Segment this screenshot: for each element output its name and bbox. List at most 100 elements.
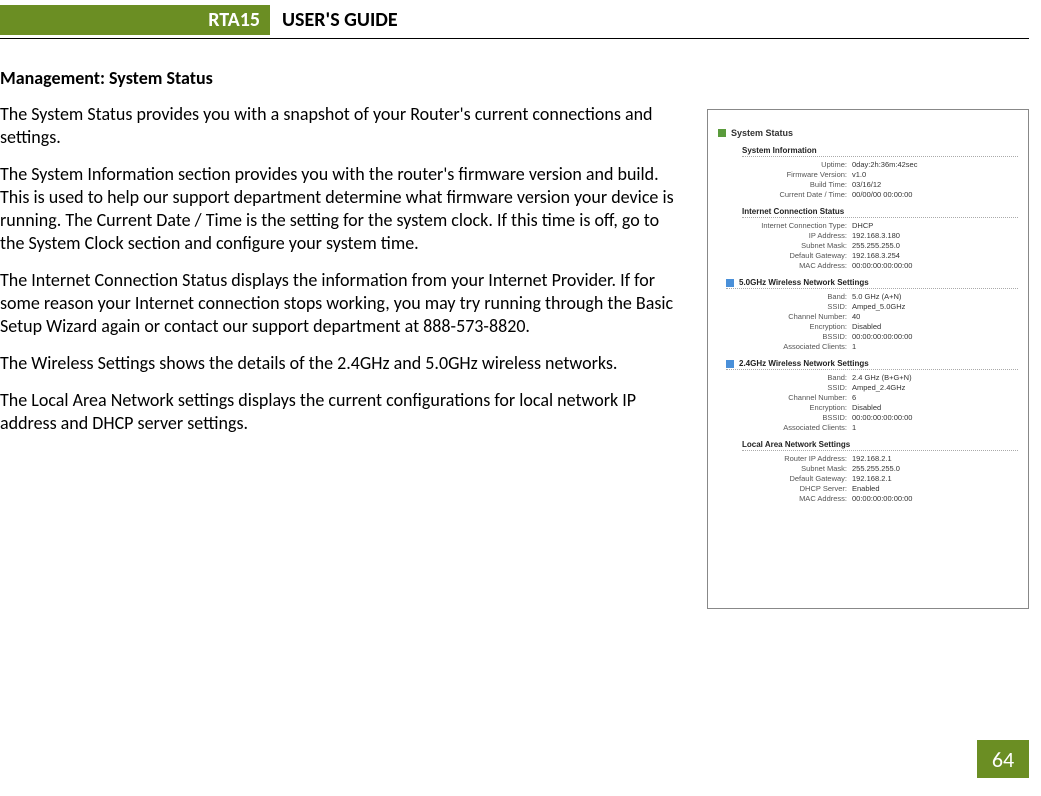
ss-row: Router IP Address:192.168.2.1 bbox=[718, 454, 1018, 463]
ss-value: 1 bbox=[852, 423, 856, 432]
ss-row: Channel Number:40 bbox=[718, 312, 1018, 321]
ss-key: DHCP Server: bbox=[742, 484, 852, 493]
page-number-box: 64 bbox=[977, 740, 1029, 778]
page: RTA15 USER'S GUIDE Management: System St… bbox=[0, 5, 1041, 796]
ss-key: IP Address: bbox=[742, 231, 852, 240]
paragraph: The Wireless Settings shows the details … bbox=[0, 352, 680, 375]
ss-key: Build Time: bbox=[742, 180, 852, 189]
ss-key: Subnet Mask: bbox=[742, 464, 852, 473]
ss-value: 255.255.255.0 bbox=[852, 464, 900, 473]
ss-key: Router IP Address: bbox=[742, 454, 852, 463]
ss-key: Channel Number: bbox=[742, 312, 852, 321]
ss-value: Amped_5.0GHz bbox=[852, 302, 905, 311]
body-text: The System Status provides you with a sn… bbox=[0, 103, 680, 435]
ss-value: 255.255.255.0 bbox=[852, 241, 900, 250]
ss-value: 5.0 GHz (A+N) bbox=[852, 292, 901, 301]
ss-row: Internet Connection Type:DHCP bbox=[718, 221, 1018, 230]
ss-section-label: System Information bbox=[742, 146, 817, 155]
ss-key: BSSID: bbox=[742, 332, 852, 341]
ss-value: 192.168.2.1 bbox=[852, 474, 892, 483]
ss-section-head: System Information bbox=[742, 146, 1018, 157]
ss-value: v1.0 bbox=[852, 170, 866, 179]
ss-value: 00:00:00:00:00:00 bbox=[852, 494, 912, 503]
ss-section-internet-connection: Internet Connection Status Internet Conn… bbox=[718, 207, 1018, 270]
ss-key: Band: bbox=[742, 373, 852, 382]
ss-section-head: 2.4GHz Wireless Network Settings bbox=[726, 359, 1018, 370]
square-icon bbox=[718, 129, 726, 137]
ss-row: Associated Clients:1 bbox=[718, 423, 1018, 432]
page-number: 64 bbox=[992, 746, 1014, 773]
ss-row: Encryption:Disabled bbox=[718, 403, 1018, 412]
ss-value: 00/00/00 00:00:00 bbox=[852, 190, 912, 199]
header-rule bbox=[0, 38, 1029, 39]
ss-section-5ghz-wireless: 5.0GHz Wireless Network Settings Band:5.… bbox=[718, 278, 1018, 351]
ss-value: 00:00:00:00:00:00 bbox=[852, 261, 912, 270]
ss-section-head: 5.0GHz Wireless Network Settings bbox=[726, 278, 1018, 289]
ss-section-label: Local Area Network Settings bbox=[742, 440, 850, 449]
ss-key: Default Gateway: bbox=[742, 251, 852, 260]
ss-row: Firmware Version:v1.0 bbox=[718, 170, 1018, 179]
paragraph: The System Information section provides … bbox=[0, 163, 680, 255]
header-bar: RTA15 USER'S GUIDE bbox=[0, 5, 1041, 39]
content: Management: System Status The System Sta… bbox=[0, 61, 1029, 736]
ss-key: Associated Clients: bbox=[742, 342, 852, 351]
ss-row: IP Address:192.168.3.180 bbox=[718, 231, 1018, 240]
ss-row: Band:2.4 GHz (B+G+N) bbox=[718, 373, 1018, 382]
header-title: USER'S GUIDE bbox=[282, 5, 398, 35]
ss-row: Encryption:Disabled bbox=[718, 322, 1018, 331]
ss-row: MAC Address:00:00:00:00:00:00 bbox=[718, 261, 1018, 270]
ss-value: 192.168.3.254 bbox=[852, 251, 900, 260]
ss-value: 192.168.3.180 bbox=[852, 231, 900, 240]
ss-row: Subnet Mask:255.255.255.0 bbox=[718, 241, 1018, 250]
ss-value: 00:00:00:00:00:00 bbox=[852, 332, 912, 341]
ss-key: MAC Address: bbox=[742, 494, 852, 503]
square-icon bbox=[726, 360, 734, 368]
ss-row: BSSID:00:00:00:00:00:00 bbox=[718, 332, 1018, 341]
ss-value: Enabled bbox=[852, 484, 880, 493]
ss-key: MAC Address: bbox=[742, 261, 852, 270]
header-product: RTA15 bbox=[208, 8, 260, 32]
ss-value: Disabled bbox=[852, 322, 881, 331]
ss-section-head: Internet Connection Status bbox=[742, 207, 1018, 218]
ss-value: DHCP bbox=[852, 221, 873, 230]
ss-key: Band: bbox=[742, 292, 852, 301]
ss-value: 1 bbox=[852, 342, 856, 351]
ss-key: Subnet Mask: bbox=[742, 241, 852, 250]
ss-key: Encryption: bbox=[742, 403, 852, 412]
ss-key: SSID: bbox=[742, 383, 852, 392]
ss-key: Channel Number: bbox=[742, 393, 852, 402]
ss-row: SSID:Amped_2.4GHz bbox=[718, 383, 1018, 392]
ss-value: 0day:2h:36m:42sec bbox=[852, 160, 917, 169]
ss-value: Amped_2.4GHz bbox=[852, 383, 905, 392]
ss-title: System Status bbox=[731, 128, 793, 138]
ss-key: Encryption: bbox=[742, 322, 852, 331]
router-ui-screenshot: System Status System Information Uptime:… bbox=[707, 109, 1029, 609]
ss-row: Build Time:03/16/12 bbox=[718, 180, 1018, 189]
section-title: Management: System Status bbox=[0, 67, 1029, 89]
header-product-box: RTA15 bbox=[0, 5, 270, 35]
ss-value: 2.4 GHz (B+G+N) bbox=[852, 373, 912, 382]
ss-row: DHCP Server:Enabled bbox=[718, 484, 1018, 493]
ss-section-system-information: System Information Uptime:0day:2h:36m:42… bbox=[718, 146, 1018, 199]
ss-row: Default Gateway:192.168.3.254 bbox=[718, 251, 1018, 260]
ss-row: Associated Clients:1 bbox=[718, 342, 1018, 351]
ss-key: SSID: bbox=[742, 302, 852, 311]
ss-value: Disabled bbox=[852, 403, 881, 412]
ss-key: Internet Connection Type: bbox=[742, 221, 852, 230]
ss-row: Channel Number:6 bbox=[718, 393, 1018, 402]
ss-section-head: Local Area Network Settings bbox=[742, 440, 1018, 451]
ss-value: 6 bbox=[852, 393, 856, 402]
ss-row: BSSID:00:00:00:00:00:00 bbox=[718, 413, 1018, 422]
ss-row: Default Gateway:192.168.2.1 bbox=[718, 474, 1018, 483]
ss-key: Firmware Version: bbox=[742, 170, 852, 179]
ss-value: 00:00:00:00:00:00 bbox=[852, 413, 912, 422]
ss-section-lan: Local Area Network Settings Router IP Ad… bbox=[718, 440, 1018, 503]
ss-row: MAC Address:00:00:00:00:00:00 bbox=[718, 494, 1018, 503]
ss-key: Default Gateway: bbox=[742, 474, 852, 483]
ss-section-label: Internet Connection Status bbox=[742, 207, 844, 216]
ss-system-status-header: System Status bbox=[718, 128, 1018, 138]
ss-key: Associated Clients: bbox=[742, 423, 852, 432]
ss-section-label: 5.0GHz Wireless Network Settings bbox=[739, 278, 869, 287]
ss-value: 03/16/12 bbox=[852, 180, 881, 189]
ss-row: Uptime:0day:2h:36m:42sec bbox=[718, 160, 1018, 169]
